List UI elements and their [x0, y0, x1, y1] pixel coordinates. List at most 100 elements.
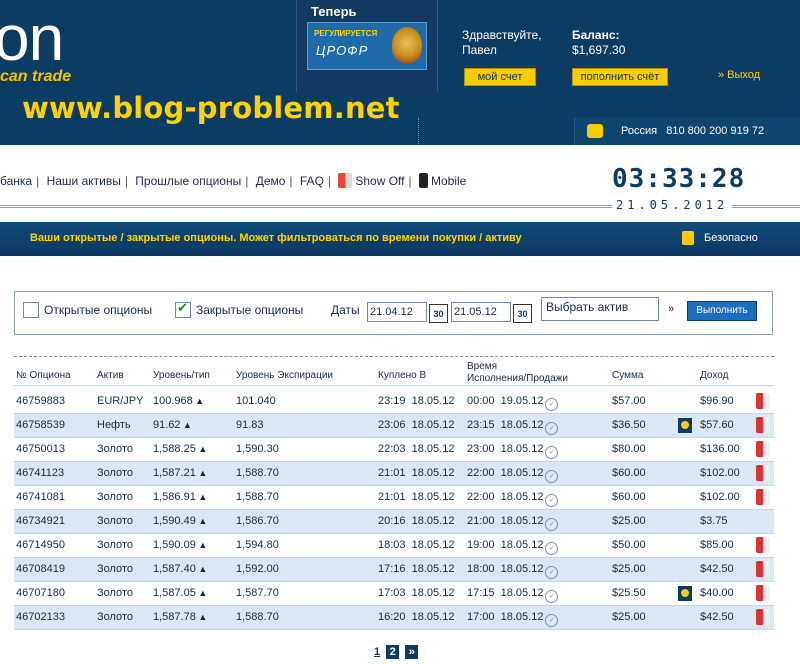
table-row[interactable]: 46741123 Золото 1,587.21 ▲ 1,588.70 21:01 18… [14, 462, 774, 486]
option-asset: Нефть [97, 419, 131, 431]
option-expiry-level: 101.040 [236, 395, 276, 407]
nav-item-assets[interactable]: Наши активы [47, 174, 121, 188]
table-row[interactable]: 46708419 Золото 1,587.40 ▲ 1,592.00 17:16 18… [14, 558, 774, 582]
share-megaphone-icon[interactable] [756, 537, 770, 553]
option-amount: $25.00 [612, 563, 646, 575]
promo-title: Теперь [311, 4, 357, 19]
chevron-down-icon[interactable]: » [668, 303, 674, 315]
regulation-promo[interactable]: Теперь РЕГУЛИРУЕТСЯ ЦРОФР [296, 0, 438, 92]
option-amount: $25.00 [612, 611, 646, 623]
option-bought-time: 23:19 18.05.12 [378, 395, 455, 407]
option-id: 46707180 [16, 587, 65, 599]
call-up-icon: ▲ [195, 564, 208, 574]
option-income: $57.60 [700, 419, 734, 431]
date-from-calendar-icon[interactable]: 30 [429, 304, 448, 323]
table-row[interactable]: 46714950 Золото 1,590.09 ▲ 1,594.80 18:03 18… [14, 534, 774, 558]
option-asset: Золото [97, 587, 133, 599]
option-expiry-level: 1,588.70 [236, 611, 279, 623]
option-bought-time: 21:01 18.05.12 [378, 491, 455, 503]
site-logo[interactable]: on [0, 6, 64, 70]
share-megaphone-icon[interactable] [756, 465, 770, 481]
phone-number: 810 800 200 919 72 [666, 125, 765, 137]
share-megaphone-icon[interactable] [756, 585, 770, 601]
deposit-button[interactable]: пополнить счёт [572, 68, 668, 86]
page-2-current[interactable]: 2 [386, 645, 400, 659]
option-bought-time: 18:03 18.05.12 [378, 539, 455, 551]
coin-icon[interactable] [678, 418, 692, 433]
pagination: 1 2 » [374, 645, 421, 659]
nav-item-faq[interactable]: FAQ [300, 174, 324, 188]
table-row[interactable]: 46702133 Золото 1,587.78 ▲ 1,588.70 16:20 18… [14, 606, 774, 630]
option-id: 46741123 [16, 467, 65, 479]
next-page-button[interactable]: » [405, 645, 419, 659]
option-level-cell: 1,586.91 ▲ [153, 491, 207, 503]
share-megaphone-icon[interactable] [756, 417, 770, 433]
share-megaphone-icon[interactable] [756, 609, 770, 625]
table-row[interactable]: 46759883 EUR/JPY 100.968 ▲ 101.040 23:19 18.… [14, 390, 774, 414]
user-greeting: Здравствуйте, Павел [462, 28, 542, 57]
table-row[interactable]: 46734921 Золото 1,590.49 ▲ 1,586.70 20:16 18… [14, 510, 774, 534]
option-amount: $25.50 [612, 587, 646, 599]
nav-item-show-off[interactable]: Show Off [355, 174, 404, 188]
coin-icon[interactable] [678, 586, 692, 601]
option-exec-time: 22:00 18.05.12 [467, 467, 544, 479]
table-row[interactable]: 46707180 Золото 1,587.05 ▲ 1,587.70 17:03 18… [14, 582, 774, 606]
watermark-url: www.blog-problem.net [22, 91, 400, 125]
option-level: 1,587.21 [153, 467, 196, 479]
closed-options-checkbox[interactable] [175, 300, 191, 318]
phone-box: Россия 810 800 200 919 72 [574, 118, 800, 145]
date-to-calendar-icon[interactable]: 30 [513, 304, 532, 323]
share-megaphone-icon[interactable] [756, 441, 770, 457]
option-amount: $25.00 [612, 515, 646, 527]
phone-country: Россия [621, 125, 658, 137]
option-asset: EUR/JPY [97, 395, 144, 407]
execute-button[interactable]: Выполнить [687, 301, 757, 321]
option-id: 46759883 [16, 395, 65, 407]
option-expiry-level: 1,587.70 [236, 587, 279, 599]
date-to-input[interactable]: 21.05.12 [451, 302, 511, 322]
option-exec-time: 23:00 18.05.12 [467, 443, 544, 455]
nav-item-mobile[interactable]: Mobile [431, 174, 466, 188]
clock-icon: ✓ [545, 470, 559, 483]
share-megaphone-icon[interactable] [756, 561, 770, 577]
table-row[interactable]: 46750013 Золото 1,588.25 ▲ 1,590.30 22:03 18… [14, 438, 774, 462]
dates-label: Даты [331, 303, 360, 317]
option-level-cell: 1,590.09 ▲ [153, 539, 207, 551]
option-asset: Золото [97, 443, 133, 455]
option-exec-time: 19:00 18.05.12 [467, 539, 544, 551]
option-amount: $50.00 [612, 539, 646, 551]
balance-label: Баланс: [572, 28, 620, 42]
option-exec-cell: 00:00 19.05.12 ✓ [467, 395, 559, 411]
open-options-label: Открытые опционы [44, 303, 153, 317]
col-header-bought: Куплено В [378, 370, 427, 381]
date-from-input[interactable]: 21.04.12 [367, 302, 427, 322]
col-header-exec-line1: Время [467, 361, 498, 372]
open-options-checkbox[interactable] [23, 302, 39, 318]
option-income: $102.00 [700, 491, 740, 503]
option-expiry-level: 1,586.70 [236, 515, 279, 527]
option-level-cell: 1,587.05 ▲ [153, 587, 207, 599]
option-level: 1,587.78 [153, 611, 196, 623]
option-level-cell: 1,587.78 ▲ [153, 611, 207, 623]
table-row[interactable]: 46741081 Золото 1,586.91 ▲ 1,588.70 21:01 18… [14, 486, 774, 510]
nav-item-bank[interactable]: банка [0, 174, 32, 188]
banner-text: Ваши открытые / закрытые опционы. Может … [30, 232, 522, 244]
option-level-cell: 1,587.21 ▲ [153, 467, 207, 479]
nav-item-past-options[interactable]: Прошлые опционы [135, 174, 241, 188]
option-bought-time: 22:03 18.05.12 [378, 443, 455, 455]
my-account-button[interactable]: мой счет [464, 68, 536, 86]
nav-item-demo[interactable]: Демо [256, 174, 286, 188]
balance-block: Баланс: $1,697.30 [572, 28, 625, 58]
table-row[interactable]: 46758539 Нефть 91.62 ▲ 91.83 23:06 18.05.12 2… [14, 414, 774, 438]
option-expiry-level: 1,590.30 [236, 443, 279, 455]
closed-options-label: Закрытые опционы [196, 303, 304, 317]
asset-select[interactable]: Выбрать актив [541, 297, 659, 321]
option-asset: Золото [97, 515, 133, 527]
share-megaphone-icon[interactable] [756, 489, 770, 505]
promo-badge[interactable]: РЕГУЛИРУЕТСЯ ЦРОФР [307, 22, 427, 70]
col-header-asset: Актив [97, 370, 124, 381]
logout-link[interactable]: » Выход [718, 69, 760, 81]
share-megaphone-icon[interactable] [756, 393, 770, 409]
page-1-link[interactable]: 1 [374, 646, 380, 658]
option-amount: $57.00 [612, 395, 646, 407]
